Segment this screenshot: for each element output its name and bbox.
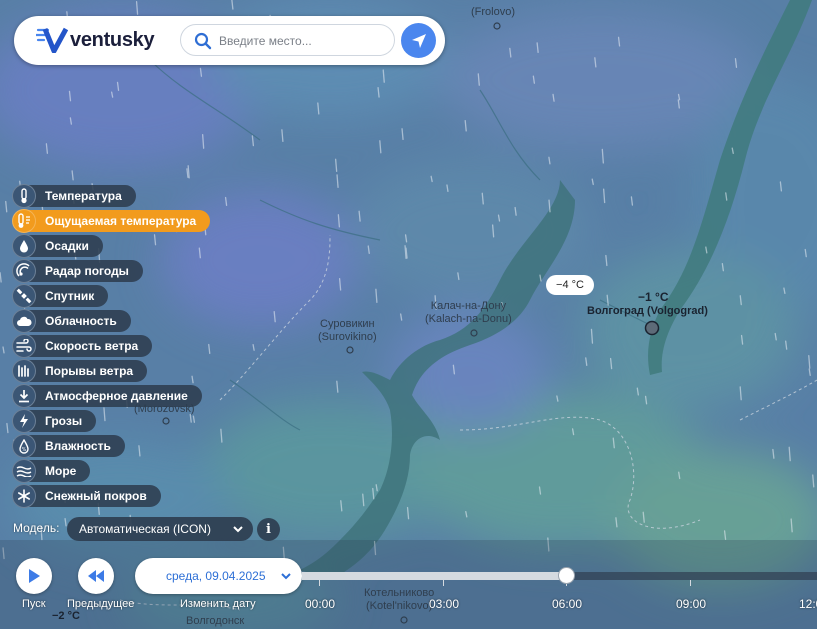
logo-text: ventusky xyxy=(70,28,155,51)
layer-wind-speed[interactable]: Скорость ветра xyxy=(12,334,153,358)
layer-pressure[interactable]: Атмосферное давление xyxy=(12,384,202,408)
timeline-progress xyxy=(302,572,566,580)
previous-button[interactable] xyxy=(78,558,114,594)
top-header-bar: ventusky xyxy=(14,16,445,65)
layer-feels-like[interactable]: Ощущаемая температура xyxy=(12,209,211,233)
layer-label: Влажность xyxy=(24,435,125,457)
humidity-icon: % xyxy=(12,434,36,458)
city-label-kotelnikovo: Котельниково (Kotel'nikovo) xyxy=(364,587,435,612)
timeline-hour-label[interactable]: 12:0 xyxy=(799,597,817,611)
layer-label: Спутник xyxy=(24,285,109,307)
temperature-bubble[interactable]: −4 °C xyxy=(546,275,594,295)
layer-label: Снежный покров xyxy=(24,485,161,507)
model-select[interactable]: Автоматическая (ICON) xyxy=(67,517,253,541)
layer-label: Радар погоды xyxy=(24,260,143,282)
layer-wind-gusts[interactable]: Порывы ветра xyxy=(12,359,148,383)
wind-icon xyxy=(12,334,36,358)
chevron-down-icon xyxy=(233,526,243,533)
timeline-hour-label[interactable]: 03:00 xyxy=(429,597,459,611)
layer-radar[interactable]: Радар погоды xyxy=(12,259,143,283)
timeline-hour-label[interactable]: 09:00 xyxy=(676,597,706,611)
feels-like-thermometer-icon xyxy=(12,209,36,233)
waves-icon xyxy=(12,459,36,483)
layer-temperature[interactable]: Температура xyxy=(12,184,136,208)
timeline-tick xyxy=(690,580,691,586)
layer-precipitation[interactable]: Осадки xyxy=(12,234,103,258)
city-label-surovikino: Суровикин (Surovikino) xyxy=(318,318,377,343)
city-label-volgograd[interactable]: Волгоград (Volgograd) xyxy=(587,305,708,317)
svg-text:%: % xyxy=(22,447,27,453)
change-date-button[interactable]: среда, 09.04.2025 xyxy=(135,558,302,594)
timeline-hour-label[interactable]: 00:00 xyxy=(305,597,335,611)
timeline-tick xyxy=(319,580,320,586)
thermometer-icon xyxy=(12,184,36,208)
model-label: Модель: xyxy=(13,521,60,535)
play-button[interactable] xyxy=(16,558,52,594)
change-date-label: Изменить дату xyxy=(180,598,256,610)
ventusky-logo-icon xyxy=(36,27,68,53)
chevron-down-icon xyxy=(281,573,291,580)
search-box[interactable] xyxy=(180,24,395,56)
city-label-volgodonsk: Волгодонск xyxy=(186,615,245,627)
layer-sea[interactable]: Море xyxy=(12,459,91,483)
date-value: среда, 09.04.2025 xyxy=(166,569,266,583)
model-info-button[interactable]: i xyxy=(257,518,280,541)
layer-clouds[interactable]: Облачность xyxy=(12,309,131,333)
lightning-icon xyxy=(12,409,36,433)
radar-icon xyxy=(12,259,36,283)
previous-label: Предыдущее xyxy=(67,598,135,610)
timeline-hour-label[interactable]: 06:00 xyxy=(552,597,582,611)
cloud-icon xyxy=(12,309,36,333)
ventusky-logo[interactable]: ventusky xyxy=(36,25,155,55)
layer-label: Порывы ветра xyxy=(24,360,148,382)
play-label: Пуск xyxy=(22,598,46,610)
layer-snow-cover[interactable]: Снежный покров xyxy=(12,484,161,508)
layer-label: Скорость ветра xyxy=(24,335,153,357)
layer-humidity[interactable]: % Влажность xyxy=(12,434,125,458)
city-label-frolovo: (Frolovo) xyxy=(471,6,516,18)
rewind-icon xyxy=(88,570,104,582)
layer-label: Облачность xyxy=(24,310,131,332)
wind-gust-icon xyxy=(12,359,36,383)
layer-label: Атмосферное давление xyxy=(24,385,202,407)
satellite-icon xyxy=(12,284,36,308)
my-location-button[interactable] xyxy=(401,23,436,58)
city-label-kalach: Калач-на-Дону (Kalach-na-Donu) xyxy=(425,300,512,325)
search-icon xyxy=(194,32,212,50)
layer-satellite[interactable]: Спутник xyxy=(12,284,109,308)
pressure-icon xyxy=(12,384,36,408)
bottom-left-temperature: −2 °C xyxy=(52,610,80,622)
snowflake-icon xyxy=(12,484,36,508)
timeline-tick xyxy=(443,580,444,586)
play-icon xyxy=(29,569,40,583)
search-input[interactable] xyxy=(217,30,391,52)
model-selected-value: Автоматическая (ICON) xyxy=(79,522,211,536)
timeline-handle[interactable] xyxy=(558,567,575,584)
navigation-arrow-icon xyxy=(411,33,426,48)
layer-label: Ощущаемая температура xyxy=(24,210,211,232)
layer-thunderstorms[interactable]: Грозы xyxy=(12,409,97,433)
volgograd-temperature: −1 °C xyxy=(638,290,669,304)
raindrop-icon xyxy=(12,234,36,258)
layer-label: Температура xyxy=(24,185,136,207)
